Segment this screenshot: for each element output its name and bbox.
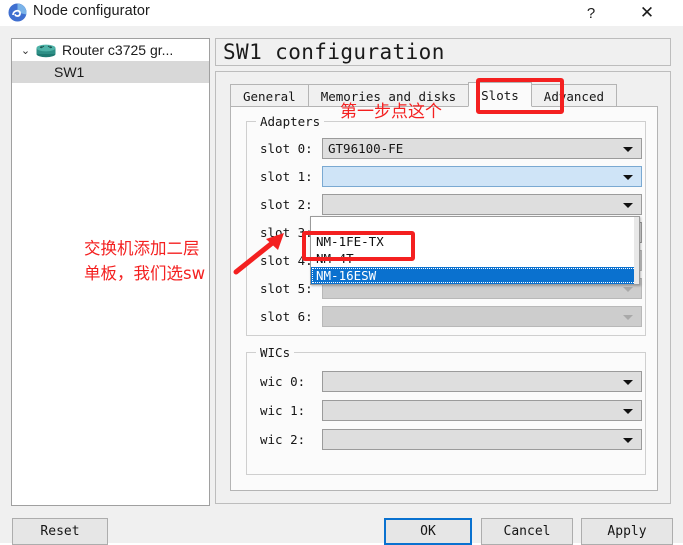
chevron-down-icon[interactable]: ⌄ [18, 44, 33, 57]
wic-2-combobox[interactable] [322, 429, 642, 450]
slot-0-combobox[interactable]: GT96100-FE [322, 138, 642, 159]
dropdown-option-nm-4t[interactable]: NM-4T [311, 250, 639, 267]
config-tab-panel: General Memories and disks Slots Advance… [215, 71, 671, 504]
wic-0-combobox[interactable] [322, 371, 642, 392]
config-title-bar: SW1 configuration [215, 38, 671, 66]
reset-button[interactable]: Reset [12, 518, 108, 545]
dropdown-scrollbar[interactable] [634, 217, 639, 284]
chevron-down-icon[interactable] [623, 437, 633, 443]
tree-item-router-group[interactable]: ⌄ Router c3725 gr... [12, 39, 209, 61]
slot-row-6: slot 6: [260, 306, 642, 327]
dropdown-option-nm-1fe-tx[interactable]: NM-1FE-TX [311, 233, 639, 250]
chevron-down-icon [623, 314, 633, 320]
wics-legend: WICs [256, 345, 295, 360]
annotation-switch-line1: 交换机添加二层 [84, 239, 200, 258]
close-button[interactable]: ✕ [625, 0, 669, 26]
slot-6-combobox [322, 306, 642, 327]
wics-group: WICs wic 0: wic 1: wic 2: [246, 345, 646, 475]
tree-item-sw1[interactable]: SW1 [12, 61, 209, 83]
slot-1-dropdown-list[interactable]: NM-1FE-TX NM-4T NM-16ESW [310, 216, 640, 285]
apply-button[interactable]: Apply [581, 518, 673, 545]
cancel-button[interactable]: Cancel [481, 518, 573, 545]
dropdown-option-blank[interactable] [311, 217, 639, 233]
slot-2-combobox[interactable] [322, 194, 642, 215]
annotation-text-switch: 交换机添加二层 单板，我们选sw [84, 236, 205, 286]
slot-0-label: slot 0: [260, 141, 313, 156]
slot-row-0: slot 0: GT96100-FE [260, 138, 642, 159]
slot-1-combobox[interactable] [322, 166, 642, 187]
chevron-down-icon[interactable] [623, 146, 633, 152]
tree-root-label: Router c3725 gr... [62, 42, 174, 58]
tab-slots[interactable]: Slots [468, 82, 532, 107]
chevron-down-icon[interactable] [623, 202, 633, 208]
window-title-bar: Node configurator ? ✕ [0, 0, 683, 26]
annotation-switch-line2: 单板，我们选sw [84, 264, 206, 283]
window-title: Node configurator [33, 3, 150, 19]
config-title: SW1 configuration [223, 40, 445, 64]
adapters-legend: Adapters [256, 114, 325, 129]
slot-0-value: GT96100-FE [328, 141, 404, 156]
tab-content-slots: Adapters slot 0: GT96100-FE slot 1: slot… [230, 106, 658, 491]
tree-child-label: SW1 [54, 64, 85, 80]
tab-advanced[interactable]: Advanced [530, 84, 618, 107]
gns3-app-icon [8, 3, 27, 22]
router-icon [35, 43, 57, 58]
wic-1-label: wic 1: [260, 403, 306, 418]
chevron-down-icon [623, 286, 633, 292]
wic-row-0: wic 0: [260, 371, 642, 392]
wic-row-1: wic 1: [260, 400, 642, 421]
slot-row-2: slot 2: [260, 194, 642, 215]
wic-1-combobox[interactable] [322, 400, 642, 421]
slot-1-label: slot 1: [260, 169, 313, 184]
wic-row-2: wic 2: [260, 429, 642, 450]
tab-strip: General Memories and disks Slots Advance… [230, 82, 658, 107]
tab-general[interactable]: General [230, 84, 309, 107]
ok-button[interactable]: OK [384, 518, 472, 545]
help-button[interactable]: ? [569, 0, 613, 26]
slot-6-label: slot 6: [260, 309, 313, 324]
slot-2-label: slot 2: [260, 197, 313, 212]
wic-0-label: wic 0: [260, 374, 306, 389]
chevron-down-icon[interactable] [623, 408, 633, 414]
wic-2-label: wic 2: [260, 432, 306, 447]
chevron-down-icon[interactable] [623, 174, 633, 180]
annotation-text-step1: 第一步点这个 [340, 102, 442, 122]
slot-row-1: slot 1: [260, 166, 642, 187]
chevron-down-icon[interactable] [623, 379, 633, 385]
dropdown-option-nm-16esw[interactable]: NM-16ESW [311, 267, 639, 284]
